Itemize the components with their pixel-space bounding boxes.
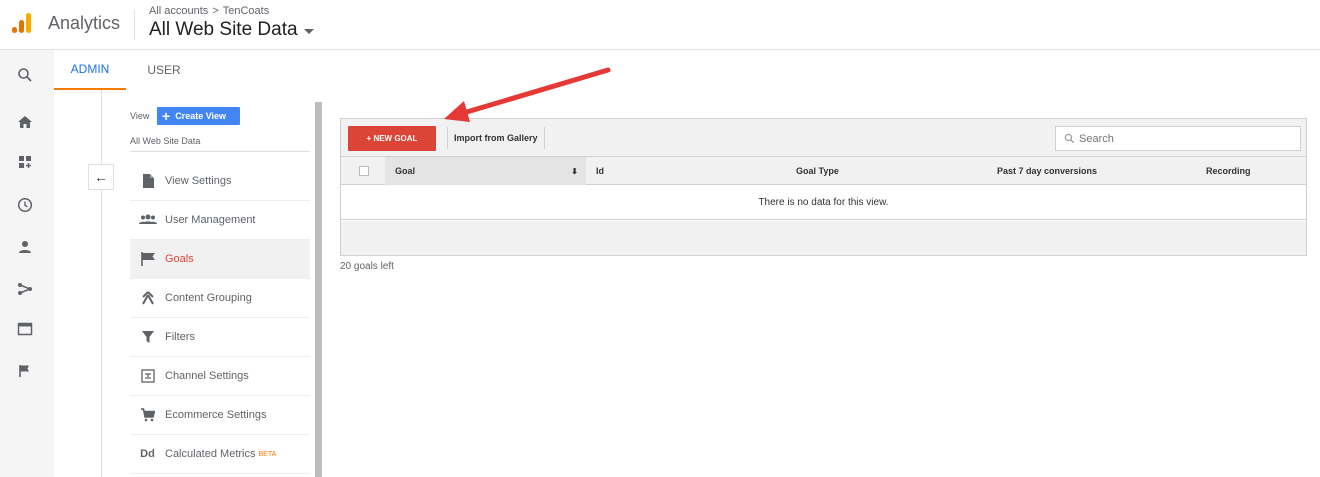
view-name-selector[interactable]: All Web Site Data [130, 136, 200, 146]
menu-label: Filters [165, 331, 195, 343]
flag-icon[interactable] [14, 360, 36, 382]
account-selector[interactable]: All Web Site Data [149, 19, 314, 41]
tab-user[interactable]: USER [134, 50, 194, 90]
menu-item-filters[interactable]: Filters [130, 318, 310, 357]
caret-down-icon [303, 29, 314, 34]
view-menu: View Settings User Management Goals Cont… [130, 162, 310, 474]
header-divider [134, 10, 135, 40]
top-header: Analytics All accounts > TenCoats All We… [0, 0, 1320, 50]
column-label: Goal [395, 166, 416, 176]
new-goal-button[interactable]: + NEW GOAL [348, 126, 436, 151]
create-view-button[interactable]: + Create View [157, 107, 240, 125]
sort-arrow-icon: ⬇ [571, 166, 578, 176]
column-header-goal-type[interactable]: Goal Type [796, 157, 839, 185]
admin-tabs: ADMIN USER [54, 50, 1320, 90]
analytics-logo-icon[interactable] [10, 11, 34, 35]
annotation-arrow-icon [444, 67, 611, 122]
menu-item-content-grouping[interactable]: Content Grouping [130, 279, 310, 318]
customization-icon[interactable] [14, 151, 36, 173]
app-name: Analytics [48, 13, 121, 33]
left-rail [0, 50, 54, 477]
filter-icon [130, 330, 165, 344]
select-all-checkbox[interactable] [359, 166, 369, 176]
breadcrumb[interactable]: All accounts > TenCoats [149, 5, 269, 17]
search-icon [1064, 133, 1075, 144]
menu-item-ecommerce-settings[interactable]: Ecommerce Settings [130, 396, 310, 435]
breadcrumb-all-accounts[interactable]: All accounts [149, 5, 208, 17]
menu-label: Channel Settings [165, 370, 249, 382]
goals-table: + NEW GOAL Import from Gallery Goal ⬇ Id… [340, 118, 1307, 256]
menu-label: View Settings [165, 175, 232, 187]
column-connector-line [101, 90, 102, 477]
menu-item-goals[interactable]: Goals [130, 240, 310, 279]
menu-item-calculated-metrics[interactable]: Dd Calculated Metrics BETA [130, 435, 310, 474]
account-title: All Web Site Data [149, 19, 298, 40]
search-icon[interactable] [14, 64, 36, 86]
goals-panel: + NEW GOAL Import from Gallery Goal ⬇ Id… [340, 118, 1307, 258]
dd-icon: Dd [140, 448, 155, 460]
search-input[interactable] [1079, 132, 1279, 145]
column-header-past-7-day-conversions[interactable]: Past 7 day conversions [997, 157, 1097, 185]
column-header-id[interactable]: Id [596, 157, 604, 185]
breadcrumb-separator: > [212, 5, 219, 17]
behavior-icon[interactable] [14, 318, 36, 340]
empty-table-message: There is no data for this view. [341, 186, 1306, 220]
people-icon [130, 214, 165, 226]
document-icon [130, 174, 165, 188]
home-icon[interactable] [14, 111, 36, 133]
tab-admin[interactable]: ADMIN [54, 50, 126, 90]
view-column: ← View + Create View All Web Site Data V… [54, 90, 324, 477]
column-scrollbar[interactable] [315, 102, 322, 477]
menu-label: Goals [165, 253, 194, 265]
search-box[interactable] [1055, 126, 1301, 151]
beta-badge: BETA [258, 450, 277, 458]
person-icon[interactable] [14, 236, 36, 258]
clock-icon[interactable] [14, 194, 36, 216]
arrow-left-icon: ← [94, 169, 108, 185]
cart-icon [130, 408, 165, 422]
menu-item-view-settings[interactable]: View Settings [130, 162, 310, 201]
column-header-recording[interactable]: Recording [1206, 157, 1251, 185]
menu-label: Ecommerce Settings [165, 409, 267, 421]
view-label: View [130, 111, 150, 121]
create-view-label: Create View [175, 111, 227, 121]
menu-label: User Management [165, 214, 256, 226]
acquisition-icon[interactable] [14, 278, 36, 300]
table-footer [341, 221, 1306, 255]
content-grouping-icon [130, 291, 165, 305]
menu-item-user-management[interactable]: User Management [130, 201, 310, 240]
flag-icon [130, 252, 165, 266]
back-button[interactable]: ← [88, 164, 114, 190]
goals-left-count: 20 goals left [340, 261, 394, 272]
view-selector-underline [130, 151, 310, 152]
channel-icon [130, 369, 165, 383]
menu-label: Content Grouping [165, 292, 252, 304]
plus-icon: + [162, 108, 171, 124]
menu-item-channel-settings[interactable]: Channel Settings [130, 357, 310, 396]
menu-label: Calculated Metrics [165, 448, 256, 460]
table-header: Goal ⬇ Id Goal Type Past 7 day conversio… [341, 157, 1306, 185]
breadcrumb-account[interactable]: TenCoats [223, 5, 269, 17]
column-header-goal[interactable]: Goal ⬇ [385, 157, 586, 185]
